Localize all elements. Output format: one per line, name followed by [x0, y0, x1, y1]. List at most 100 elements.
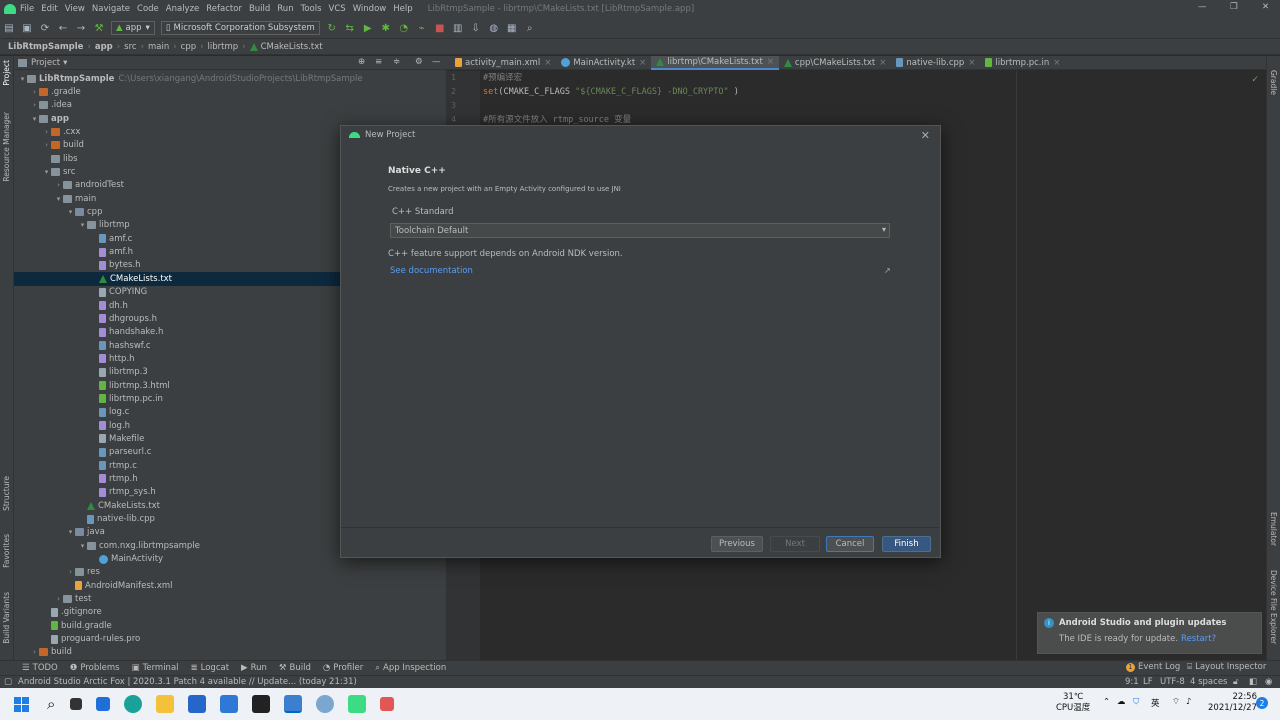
device-select[interactable]: ▯ Microsoft Corporation Subsystem: [160, 21, 320, 35]
editor-tab[interactable]: native-lib.cpp ×: [891, 56, 980, 70]
chevron-right-icon[interactable]: ›: [54, 595, 63, 603]
emulator-tool-tab[interactable]: Emulator: [1269, 512, 1278, 546]
cloud-icon[interactable]: ☁: [1117, 697, 1126, 707]
settings-gear-icon[interactable]: ⚙: [415, 57, 423, 67]
lock-icon[interactable]: 🔓︎: [1233, 677, 1239, 687]
tree-item[interactable]: › res: [14, 566, 446, 579]
chevron-right-icon[interactable]: ›: [30, 88, 39, 96]
apply-changes-icon[interactable]: ↻: [325, 21, 339, 35]
run-tool-tab[interactable]: ▶ Run: [241, 663, 267, 673]
indent-setting[interactable]: 4 spaces: [1190, 677, 1227, 687]
ime-indicator[interactable]: 英: [1151, 697, 1160, 709]
build-hammer-icon[interactable]: ⚒: [92, 21, 106, 35]
breadcrumb-main[interactable]: main: [148, 42, 169, 52]
close-icon[interactable]: ✕: [921, 129, 930, 142]
chevron-down-icon[interactable]: ▾: [42, 168, 51, 176]
next-button[interactable]: Next: [770, 536, 820, 552]
file-encoding[interactable]: UTF-8: [1160, 677, 1185, 687]
breadcrumb-librtmp[interactable]: librtmp: [208, 42, 239, 52]
collapse-all-icon[interactable]: ≑: [393, 57, 400, 67]
finish-button[interactable]: Finish: [882, 536, 931, 552]
chevron-right-icon[interactable]: ›: [42, 141, 51, 149]
sync-icon[interactable]: ⟳: [38, 21, 52, 35]
forward-icon[interactable]: →: [74, 21, 88, 35]
back-icon[interactable]: ←: [56, 21, 70, 35]
hide-panel-icon[interactable]: —: [432, 57, 441, 67]
profile-icon[interactable]: ◔: [397, 21, 411, 35]
close-tab-icon[interactable]: ×: [767, 57, 774, 67]
tool-app-icon[interactable]: [380, 697, 395, 711]
tree-item[interactable]: .gitignore: [14, 606, 446, 619]
apply-code-changes-icon[interactable]: ⇆: [343, 21, 357, 35]
editor-tab[interactable]: MainActivity.kt ×: [556, 56, 651, 70]
structure-tool-tab[interactable]: Structure: [2, 476, 11, 511]
task-view-icon[interactable]: [70, 698, 83, 710]
menu-build[interactable]: Build: [249, 4, 270, 14]
menu-file[interactable]: File: [20, 4, 34, 14]
expand-all-icon[interactable]: ≡: [375, 57, 382, 67]
maximize-button[interactable]: ❐: [1230, 2, 1238, 12]
search-icon[interactable]: ⌕: [47, 695, 55, 713]
open-folder-icon[interactable]: ▤: [2, 21, 16, 35]
notification-count-badge[interactable]: 2: [1256, 697, 1268, 709]
breadcrumb-project[interactable]: LibRtmpSample: [8, 42, 83, 52]
layout-inspector-tool-tab[interactable]: ⌸ Layout Inspector: [1187, 662, 1266, 672]
app-inspection-tool-tab[interactable]: ⌕ App Inspection: [375, 663, 446, 673]
shield-icon[interactable]: ⛉: [1133, 697, 1139, 707]
avd-manager-icon[interactable]: ▥: [451, 21, 465, 35]
stop-icon[interactable]: ■: [433, 21, 447, 35]
windows-start-icon[interactable]: [14, 696, 29, 712]
close-tab-icon[interactable]: ×: [968, 58, 975, 68]
menu-view[interactable]: View: [65, 4, 85, 14]
resource-manager-tool-tab[interactable]: Resource Manager: [2, 112, 11, 182]
menu-tools[interactable]: Tools: [301, 4, 322, 14]
menu-help[interactable]: Help: [393, 4, 412, 14]
breadcrumb-app[interactable]: app: [95, 42, 113, 52]
device-file-explorer-tool-tab[interactable]: Device File Explorer: [1269, 570, 1278, 644]
menu-vcs[interactable]: VCS: [329, 4, 346, 14]
widgets-icon[interactable]: [96, 697, 111, 711]
problems-tool-tab[interactable]: ❶ Problems: [70, 663, 120, 673]
android-studio-app-icon[interactable]: [284, 695, 303, 713]
tree-item[interactable]: AndroidManifest.xml: [14, 579, 446, 592]
save-all-icon[interactable]: ▣: [20, 21, 34, 35]
breadcrumb-src[interactable]: src: [124, 42, 136, 52]
chevron-up-icon[interactable]: ⌃: [1103, 697, 1110, 707]
status-message[interactable]: Android Studio Arctic Fox | 2020.3.1 Pat…: [18, 677, 357, 687]
device-manager-icon[interactable]: ◍: [487, 21, 501, 35]
menu-run[interactable]: Run: [277, 4, 293, 14]
chevron-down-icon[interactable]: ▾: [66, 208, 75, 216]
close-window-button[interactable]: ✕: [1262, 2, 1269, 12]
tree-item[interactable]: build.gradle: [14, 619, 446, 632]
menu-navigate[interactable]: Navigate: [92, 4, 130, 14]
close-tab-icon[interactable]: ×: [879, 58, 886, 68]
terminal-tool-tab[interactable]: ▣ Terminal: [132, 663, 179, 673]
chevron-down-icon[interactable]: ▾: [78, 542, 87, 550]
line-separator[interactable]: LF: [1143, 677, 1153, 687]
android-app-icon[interactable]: [348, 695, 367, 713]
locate-file-icon[interactable]: ⊕: [358, 57, 365, 67]
project-view-select[interactable]: Project: [31, 58, 60, 68]
chevron-down-icon[interactable]: ▾: [66, 528, 75, 536]
chevron-right-icon[interactable]: ›: [66, 568, 75, 576]
editor-tab[interactable]: cpp\CMakeLists.txt ×: [779, 56, 891, 70]
chevron-right-icon[interactable]: ›: [54, 181, 63, 189]
chevron-down-icon[interactable]: ▾: [63, 58, 67, 68]
debug-icon[interactable]: ✱: [379, 21, 393, 35]
wifi-icon[interactable]: ⌔: [1172, 697, 1180, 707]
caret-position[interactable]: 9:1: [1125, 677, 1139, 687]
cpu-temp-widget[interactable]: 31℃ CPU温度: [1056, 692, 1090, 714]
tree-item[interactable]: ▾ LibRtmpSample C:\Users\xiangang\AndroidS…: [14, 72, 446, 85]
todo-tool-tab[interactable]: ☰ TODO: [22, 663, 58, 673]
close-tab-icon[interactable]: ×: [639, 58, 646, 68]
minimize-button[interactable]: —: [1198, 2, 1207, 12]
notifications-icon[interactable]: ◉: [1265, 677, 1272, 687]
search-everywhere-icon[interactable]: ⌕: [523, 21, 537, 35]
tree-item[interactable]: › build: [14, 646, 446, 659]
mail-icon[interactable]: [220, 695, 239, 713]
gradle-tool-tab[interactable]: Gradle: [1269, 70, 1278, 95]
tree-item[interactable]: › test: [14, 592, 446, 605]
cpp-standard-select[interactable]: Toolchain Default ▾: [390, 223, 890, 238]
file-explorer-icon[interactable]: [156, 695, 175, 713]
clock[interactable]: 22:56 2021/12/27: [1208, 692, 1257, 714]
